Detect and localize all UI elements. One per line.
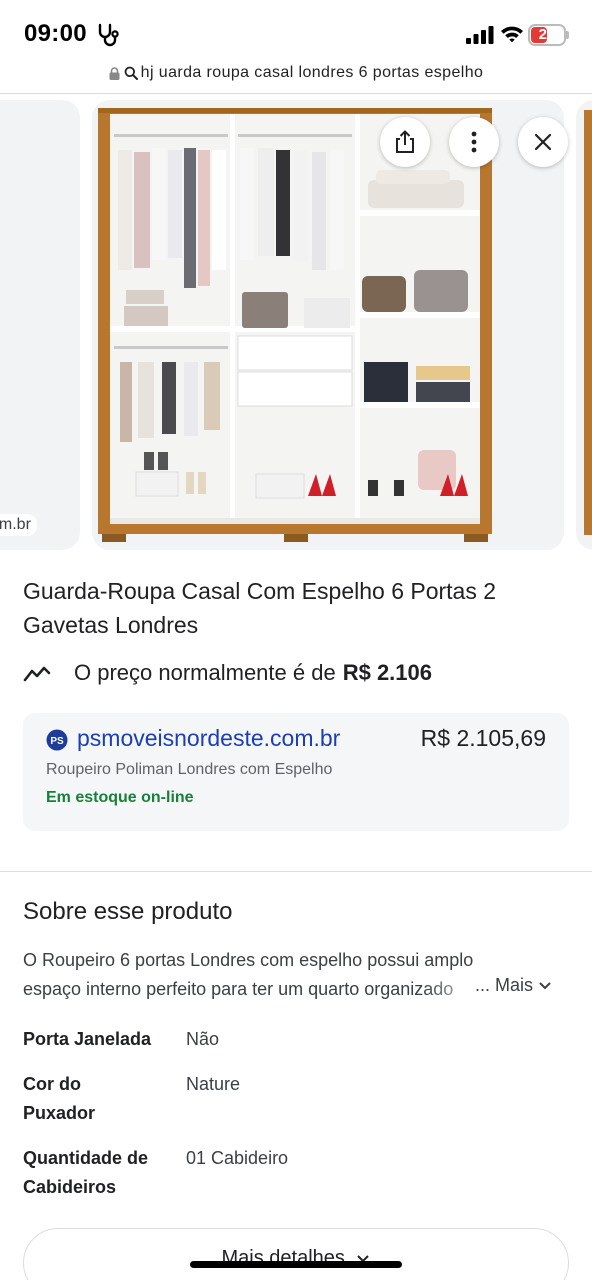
read-more-label: ... Mais [475,975,534,995]
cellular-signal-icon [466,26,494,44]
url-query-text: hj uarda roupa casal londres 6 portas es… [140,64,484,81]
read-more-button[interactable]: ... Mais [475,975,552,996]
about-description-line1: O Roupeiro 6 portas Londres com espelho … [23,950,474,970]
product-image-card[interactable] [92,100,564,550]
wifi-icon [501,26,523,43]
spec-label: Porta Janelada [23,1029,152,1049]
previous-image-card[interactable]: com.br [0,100,80,550]
spec-label: Cor do Puxador [23,1074,96,1123]
battery-icon: 20 [528,24,566,46]
search-icon [124,66,138,80]
price-history-row[interactable]: O preço normalmente é de R$ 2.106 [23,656,432,690]
close-icon [534,133,552,151]
price-note-value: R$ 2.106 [342,660,432,685]
merchant-price: R$ 2.105,69 [420,725,546,751]
merchant-logo: PS [46,729,68,751]
chevron-down-icon [539,981,551,989]
merchant-logo-text: PS [50,736,64,747]
image-carousel[interactable]: com.br [0,100,592,552]
price-trend-icon [23,666,51,682]
previous-card-source-label: com.br [0,514,37,536]
stock-status: Em estoque on-line [46,789,194,806]
spec-value: Nature [186,1074,241,1094]
spec-value: Não [186,1029,220,1049]
battery-level-text: 20 [538,26,556,43]
status-time: 09:00 [24,20,87,47]
spec-label: Quantidade de Cabideiros [23,1148,149,1197]
spec-value: 01 Cabideiro [186,1148,289,1168]
lock-icon [109,66,120,80]
share-button[interactable] [380,117,430,167]
section-divider [0,871,592,872]
wardrobe-product-image [98,108,492,542]
url-divider [0,93,592,94]
more-options-button[interactable] [449,117,499,167]
product-title: Guarda-Roupa Casal Com Espelho 6 Portas … [23,578,497,638]
more-details-button[interactable]: Mais detalhes [23,1228,569,1280]
stethoscope-icon [98,23,119,47]
battery-nub [566,31,569,39]
url-bar[interactable]: hj uarda roupa casal londres 6 portas es… [0,60,592,86]
home-indicator[interactable] [190,1261,402,1268]
next-image-preview [584,110,592,535]
price-note-text: O preço normalmente é de [74,660,336,685]
more-vert-icon [471,131,477,153]
about-section-title: Sobre esse produto [23,898,233,925]
merchant-offer-card[interactable]: PS psmoveisnordeste.com.br R$ 2.105,69 R… [23,713,569,831]
close-button[interactable] [518,117,568,167]
merchant-link[interactable]: psmoveisnordeste.com.br [77,725,340,752]
merchant-product-description: Roupeiro Poliman Londres com Espelho [46,761,333,778]
share-icon [396,130,414,153]
status-bar: 09:00 20 [0,0,592,62]
